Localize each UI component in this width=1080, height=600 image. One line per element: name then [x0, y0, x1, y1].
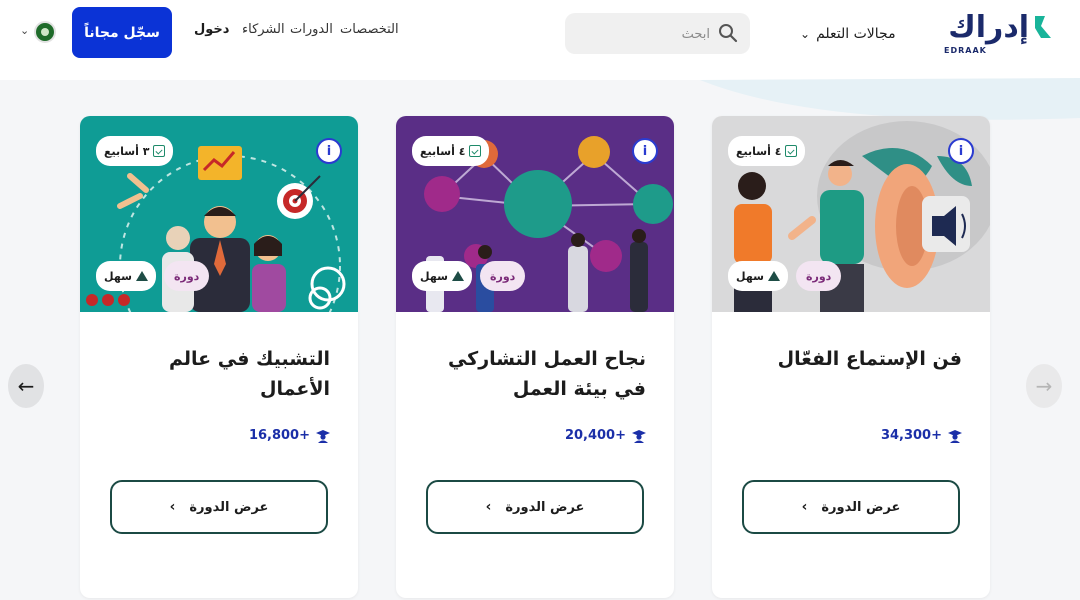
info-icon[interactable]: i — [316, 138, 342, 164]
level-badge: سهل — [96, 261, 156, 291]
learners-count-text: 16,800+ — [248, 428, 310, 443]
course-card[interactable]: ٤ أسابيع i سهل دورة نجاح العمل التشاركي … — [396, 116, 674, 598]
logo-mark-icon — [1035, 16, 1051, 38]
learners-count-text: 34,300+ — [880, 428, 942, 443]
type-badge: دورة — [796, 261, 842, 291]
learners-count: 16,800+ — [249, 428, 330, 443]
calendar-check-icon — [153, 145, 166, 157]
course-card[interactable]: ٣ أسابيع i سهل دورة التشبيك في عالم الأع… — [80, 116, 358, 598]
course-title[interactable]: فن الإستماع الفعّال — [732, 344, 962, 374]
chevron-left-icon: ‹ — [485, 499, 492, 515]
nav-specializations-link[interactable]: التخصصات — [340, 22, 399, 44]
duration-badge: ٣ أسابيع — [96, 136, 174, 166]
language-chevron-down-icon[interactable]: ⌄ — [20, 24, 29, 37]
view-course-button[interactable]: ‹ عرض الدورة — [110, 480, 328, 534]
level-badge: سهل — [412, 261, 472, 291]
carousel-prev-arrow-icon[interactable]: ← — [8, 364, 44, 408]
type-badge: دورة — [164, 261, 210, 291]
duration-badge: ٤ أسابيع — [412, 136, 490, 166]
carousel-next-arrow-icon[interactable]: → — [1026, 364, 1062, 408]
level-triangle-icon — [135, 271, 148, 281]
nav-courses-link[interactable]: الدورات — [290, 22, 333, 44]
top-header: إدراك EDRAAK مجالات التعلم ⌄ التخصصات ال… — [0, 0, 1080, 80]
type-badge: دورة — [480, 261, 526, 291]
calendar-check-icon — [785, 145, 798, 157]
course-title[interactable]: التشبيك في عالم الأعمال — [100, 344, 330, 404]
duration-badge: ٤ أسابيع — [728, 136, 806, 166]
info-icon[interactable]: i — [948, 138, 974, 164]
graduate-icon — [948, 429, 962, 443]
chevron-down-icon: ⌄ — [800, 27, 811, 41]
login-link[interactable]: دخول — [194, 22, 229, 37]
language-flag-icon[interactable] — [34, 21, 56, 43]
info-icon[interactable]: i — [632, 138, 658, 164]
nav-partners-link[interactable]: الشركاء — [242, 22, 285, 44]
chevron-left-icon: ‹ — [169, 499, 176, 515]
search-box — [565, 13, 750, 54]
level-triangle-icon — [767, 271, 780, 281]
duration-text: ٤ أسابيع — [420, 144, 466, 158]
search-input[interactable] — [575, 21, 710, 47]
level-badge: سهل — [728, 261, 788, 291]
logo-arabic-text: إدراك — [948, 10, 1029, 45]
chevron-left-icon: ‹ — [801, 499, 808, 515]
view-course-label: عرض الدورة — [821, 499, 901, 515]
graduate-icon — [632, 429, 646, 443]
level-triangle-icon — [451, 271, 464, 281]
level-text: سهل — [104, 269, 132, 283]
learning-areas-menu[interactable]: مجالات التعلم ⌄ — [800, 22, 896, 46]
graduate-icon — [316, 429, 330, 443]
view-course-button[interactable]: ‹ عرض الدورة — [742, 480, 960, 534]
view-course-label: عرض الدورة — [189, 499, 269, 515]
signup-button[interactable]: سجّل مجاناً — [72, 7, 172, 58]
edraak-logo[interactable]: إدراك EDRAAK — [942, 10, 1057, 58]
level-text: سهل — [736, 269, 764, 283]
learning-areas-label: مجالات التعلم — [816, 26, 896, 42]
calendar-check-icon — [469, 145, 482, 157]
view-course-label: عرض الدورة — [505, 499, 585, 515]
duration-text: ٤ أسابيع — [736, 144, 782, 158]
learners-count: 20,400+ — [565, 428, 646, 443]
logo-english-text: EDRAAK — [944, 46, 987, 55]
course-title[interactable]: نجاح العمل التشاركي في بيئة العمل — [416, 344, 646, 404]
search-icon[interactable] — [718, 23, 738, 43]
level-text: سهل — [420, 269, 448, 283]
view-course-button[interactable]: ‹ عرض الدورة — [426, 480, 644, 534]
duration-text: ٣ أسابيع — [104, 144, 150, 158]
learners-count-text: 20,400+ — [564, 428, 626, 443]
learners-count: 34,300+ — [881, 428, 962, 443]
course-card[interactable]: ٤ أسابيع i سهل دورة فن الإستماع الفعّال … — [712, 116, 990, 598]
